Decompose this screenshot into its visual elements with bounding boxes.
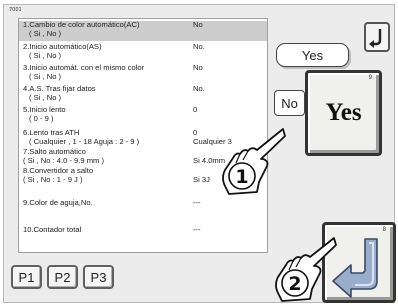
setting-range: ( Si , No : 1 - 9 J ) bbox=[23, 174, 83, 184]
setting-row-9[interactable]: 9.Color de aguja,No. --- bbox=[19, 198, 267, 209]
setting-row-5[interactable]: 5.Inicio lento ( 0 - 9 ) 0 bbox=[19, 105, 267, 124]
setting-name: 10.Contador total bbox=[23, 225, 82, 234]
setting-range: ( Si , No ) bbox=[29, 50, 62, 60]
key-number: 9 bbox=[368, 75, 372, 81]
tab-p2[interactable]: P2 bbox=[47, 265, 78, 289]
yes-button[interactable]: Yes bbox=[276, 43, 349, 67]
setting-value: No. bbox=[193, 42, 205, 51]
setting-name: 9.Color de aguja,No. bbox=[23, 198, 93, 207]
no-button[interactable]: No bbox=[274, 90, 305, 116]
setting-value: 0 bbox=[193, 105, 198, 114]
yes-key-enlarged[interactable]: 9 Yes bbox=[305, 70, 382, 156]
setting-row-10[interactable]: 10.Contador total --- bbox=[19, 225, 267, 236]
setting-range: ( 0 - 9 ) bbox=[29, 113, 54, 123]
reset-button[interactable] bbox=[364, 22, 390, 52]
callout-number-2: 2 bbox=[288, 273, 301, 295]
pointing-hand-icon-2: 2 bbox=[275, 237, 337, 302]
setting-range: ( Si , No : 4.0 - 9.9 mm ) bbox=[23, 155, 105, 165]
setting-row-3[interactable]: 3.Inicio automát. con el mismo color ( S… bbox=[19, 63, 267, 82]
setting-value: No bbox=[193, 63, 203, 72]
setting-value: --- bbox=[193, 225, 201, 234]
setting-row-4[interactable]: 4.A.S. Tras fijar datos ( Si , No ) No. bbox=[19, 84, 267, 103]
setting-value: --- bbox=[193, 198, 201, 207]
setting-range: ( Cualquier , 1 - 18 Aguja : 2 - 9 ) bbox=[29, 136, 140, 146]
setting-range: ( Si , No ) bbox=[29, 92, 62, 102]
screen-id: 7001 bbox=[9, 7, 22, 13]
setting-range: ( Si , No ) bbox=[29, 71, 62, 81]
setting-row-2[interactable]: 2.Inicio automático(AS) ( Si , No ) No. bbox=[19, 42, 267, 61]
setting-value: Si 3J bbox=[193, 174, 210, 184]
undo-arrow-icon bbox=[369, 29, 382, 48]
callout-number-1: 1 bbox=[235, 166, 248, 188]
yes-key-label: Yes bbox=[325, 99, 362, 126]
tab-p3[interactable]: P3 bbox=[83, 265, 114, 289]
pointing-hand-icon-1: 1 bbox=[222, 128, 286, 195]
setting-value: No. bbox=[193, 84, 205, 93]
tab-p1[interactable]: P1 bbox=[11, 265, 42, 289]
setting-range: ( Si , No ) bbox=[29, 28, 62, 38]
setting-value: No bbox=[193, 20, 203, 29]
setting-row-1[interactable]: 1.Cambio de color automático(AC) ( Si , … bbox=[19, 20, 267, 41]
